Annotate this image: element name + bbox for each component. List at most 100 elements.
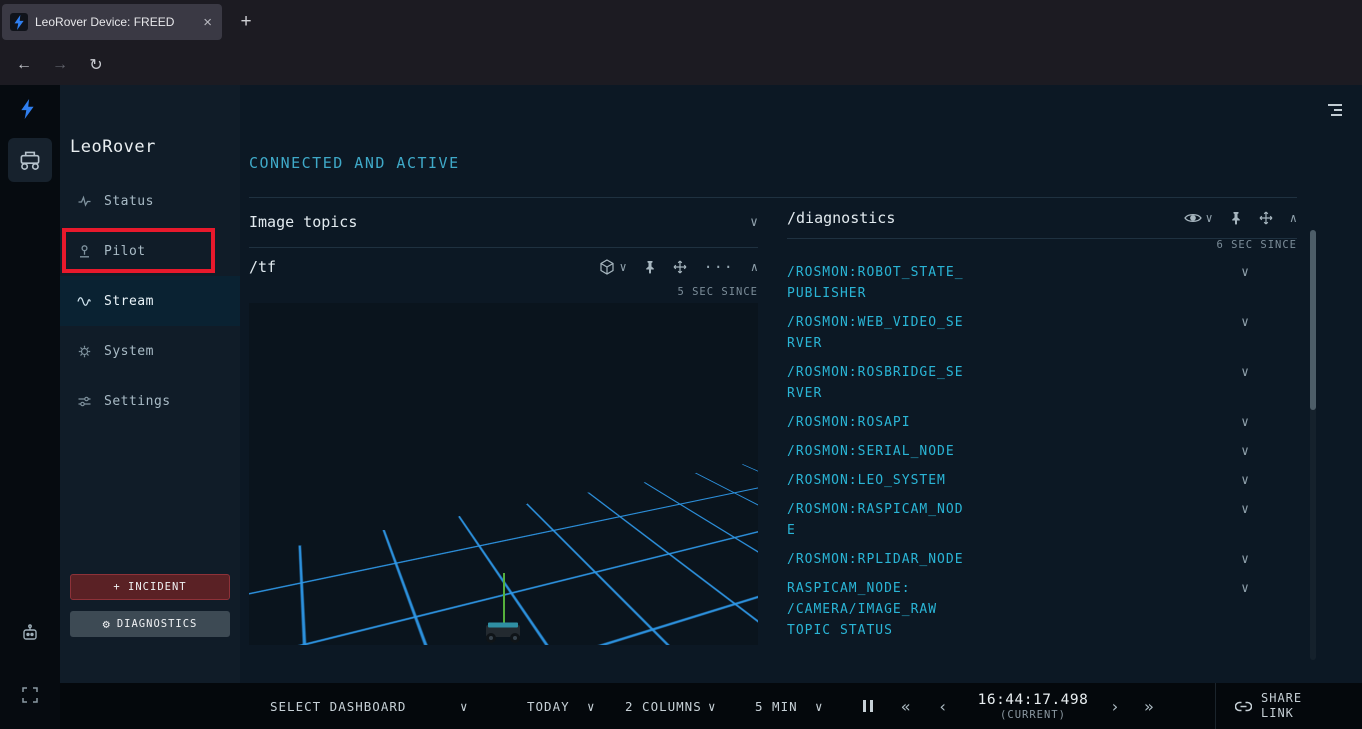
panel-layout-menu-icon[interactable] bbox=[1326, 103, 1344, 117]
pin-icon[interactable] bbox=[644, 260, 656, 274]
chevron-up-icon[interactable]: ∧ bbox=[751, 260, 758, 274]
cube-3d-icon bbox=[599, 259, 615, 275]
new-tab-button[interactable]: + bbox=[232, 8, 260, 36]
chevron-up-icon[interactable]: ∧ bbox=[1290, 211, 1297, 225]
diagnostics-panel-title: /diagnostics bbox=[787, 209, 895, 227]
topic-row[interactable]: /ROSMON:RASPICAM_NODE ∨ bbox=[787, 495, 1297, 545]
sidebar-item-status[interactable]: Status bbox=[60, 176, 240, 226]
topic-row[interactable]: /ROSMON:ROSBRIDGE_SERVER ∨ bbox=[787, 358, 1297, 408]
tab-title: LeoRover Device: FREED bbox=[35, 15, 194, 29]
reload-button[interactable]: ↻ bbox=[80, 49, 112, 80]
image-topics-dropdown[interactable]: Image topics ∨ bbox=[249, 197, 758, 248]
step-back-fast-button[interactable]: « bbox=[901, 683, 912, 729]
sidebar-item-system[interactable]: System bbox=[60, 326, 240, 376]
tf-since-label: 5 SEC SINCE bbox=[249, 286, 758, 303]
time-window-dropdown[interactable]: 5 MIN bbox=[755, 683, 798, 729]
incident-button-label: + INCIDENT bbox=[113, 581, 186, 593]
main-content: CONNECTED AND ACTIVE Image topics ∨ /tf … bbox=[240, 85, 1362, 683]
status-icon bbox=[77, 195, 91, 208]
date-range-dropdown[interactable]: TODAY bbox=[527, 683, 570, 729]
topic-label: /ROSMON:ROBOT_STATE_PUBLISHER bbox=[787, 262, 972, 304]
topic-row[interactable]: /ROSMON:SERIAL_NODE ∨ bbox=[787, 437, 1297, 466]
tf-3d-viewport[interactable] bbox=[249, 303, 758, 645]
fullscreen-icon[interactable] bbox=[22, 687, 38, 703]
bottom-bar: SELECT DASHBOARD ∨ TODAY ∨ 2 COLUMNS ∨ 5… bbox=[60, 683, 1362, 729]
timestamp-display: 16:44:17.498 (CURRENT) bbox=[968, 683, 1098, 729]
tab-favicon-icon bbox=[10, 13, 28, 31]
chevron-down-icon[interactable]: ∨ bbox=[1241, 502, 1249, 517]
topic-row[interactable]: /ROSMON:WEB_VIDEO_SERVER ∨ bbox=[787, 308, 1297, 358]
view-mode-dropdown[interactable]: ∨ bbox=[599, 259, 626, 275]
pin-icon[interactable] bbox=[1230, 211, 1242, 225]
more-options-icon[interactable]: ··· bbox=[704, 258, 734, 276]
chevron-down-icon[interactable]: ∨ bbox=[1241, 473, 1249, 488]
date-range-label: TODAY bbox=[527, 699, 570, 714]
pause-button[interactable] bbox=[863, 683, 873, 729]
chevron-down-icon[interactable]: ∨ bbox=[1241, 365, 1249, 380]
tf-panel-header: /tf ∨ ··· ∧ bbox=[249, 248, 758, 286]
chevron-down-icon: ∨ bbox=[619, 260, 626, 274]
sidebar-item-stream[interactable]: Stream bbox=[60, 276, 240, 326]
chevron-down-icon[interactable]: ∨ bbox=[1241, 444, 1249, 459]
tab-bar: LeoRover Device: FREED × + bbox=[0, 0, 1362, 44]
step-forward-button[interactable]: › bbox=[1110, 683, 1121, 729]
topic-label: /ROSMON:LEO_SYSTEM bbox=[787, 470, 972, 491]
chevron-down-icon[interactable]: ∨ bbox=[460, 683, 469, 729]
topic-label: /ROSMON:SERIAL_NODE bbox=[787, 441, 972, 462]
device-rover-button[interactable] bbox=[8, 138, 52, 182]
gear-icon: ⚙ bbox=[103, 617, 111, 631]
browser-tab[interactable]: LeoRover Device: FREED × bbox=[2, 4, 222, 40]
step-forward-fast-button[interactable]: » bbox=[1144, 683, 1155, 729]
topic-label: /ROSMON:ROSBRIDGE_SERVER bbox=[787, 362, 972, 404]
topic-row[interactable]: /ROSMON:RPLIDAR_NODE ∨ bbox=[787, 545, 1297, 574]
topic-label: RASPICAM_NODE: /CAMERA/IMAGE_RAW TOPIC S… bbox=[787, 578, 972, 641]
image-topics-label: Image topics bbox=[249, 213, 357, 231]
incident-button[interactable]: + INCIDENT bbox=[70, 574, 230, 600]
sidebar-item-label: Pilot bbox=[104, 244, 146, 259]
sidebar-item-label: Settings bbox=[104, 394, 171, 409]
forward-button[interactable]: → bbox=[44, 49, 76, 80]
robot-assistant-icon[interactable] bbox=[20, 623, 40, 643]
move-icon[interactable] bbox=[1259, 211, 1273, 225]
timestamp-value: 16:44:17.498 bbox=[978, 692, 1089, 708]
share-link-button[interactable]: SHARE LINK bbox=[1235, 683, 1319, 729]
navigation-bar: ← → ↻ https://app.freedomrobotics.ai/?__… bbox=[0, 44, 1362, 86]
left-column: Image topics ∨ /tf ∨ ··· bbox=[249, 197, 758, 645]
tab-close-button[interactable]: × bbox=[201, 14, 214, 31]
select-dashboard-dropdown[interactable]: SELECT DASHBOARD bbox=[270, 683, 406, 729]
move-icon[interactable] bbox=[673, 260, 687, 274]
device-name: LeoRover bbox=[70, 137, 156, 157]
freedom-logo-icon[interactable] bbox=[21, 99, 35, 119]
link-icon bbox=[1235, 701, 1252, 712]
sidebar-item-label: Stream bbox=[104, 294, 154, 309]
app-rail bbox=[0, 85, 60, 729]
back-button[interactable]: ← bbox=[8, 49, 40, 80]
topic-row[interactable]: /ROSMON:LEO_SYSTEM ∨ bbox=[787, 466, 1297, 495]
sidebar-item-label: Status bbox=[104, 194, 154, 209]
chevron-down-icon[interactable]: ∨ bbox=[1241, 415, 1249, 430]
topic-row[interactable]: /ROSMON:ROSAPI ∨ bbox=[787, 408, 1297, 437]
diagnostics-button[interactable]: ⚙ DIAGNOSTICS bbox=[70, 611, 230, 637]
diagnostics-since-label: 6 SEC SINCE bbox=[787, 239, 1297, 256]
sidebar-item-settings[interactable]: Settings bbox=[60, 376, 240, 426]
step-back-button[interactable]: ‹ bbox=[938, 683, 949, 729]
visibility-dropdown[interactable]: ∨ bbox=[1184, 211, 1213, 225]
browser-window: LeoRover Device: FREED × + ← → ↻ htt bbox=[0, 0, 1362, 729]
topic-row[interactable]: /ROSMON:ROBOT_STATE_PUBLISHER ∨ bbox=[787, 258, 1297, 308]
scrollbar[interactable] bbox=[1310, 230, 1316, 660]
chevron-down-icon[interactable]: ∨ bbox=[1241, 265, 1249, 280]
scrollbar-thumb[interactable] bbox=[1310, 230, 1316, 410]
columns-dropdown[interactable]: 2 COLUMNS bbox=[625, 683, 702, 729]
chevron-down-icon[interactable]: ∨ bbox=[1241, 581, 1249, 596]
chevron-down-icon[interactable]: ∨ bbox=[815, 683, 824, 729]
chevron-down-icon[interactable]: ∨ bbox=[708, 683, 717, 729]
topic-row[interactable]: RASPICAM_NODE: /CAMERA/IMAGE_RAW TOPIC S… bbox=[787, 574, 1297, 645]
sidebar-item-label: System bbox=[104, 344, 154, 359]
chevron-down-icon[interactable]: ∨ bbox=[750, 215, 758, 230]
chevron-down-icon[interactable]: ∨ bbox=[1241, 315, 1249, 330]
chevron-down-icon[interactable]: ∨ bbox=[1241, 552, 1249, 567]
sidebar-item-pilot[interactable]: Pilot bbox=[60, 226, 240, 276]
diagnostics-panel: /diagnostics ∨ ∧ 6 SEC SINCE bbox=[787, 197, 1297, 645]
eye-icon bbox=[1184, 212, 1202, 224]
chevron-down-icon[interactable]: ∨ bbox=[587, 683, 596, 729]
